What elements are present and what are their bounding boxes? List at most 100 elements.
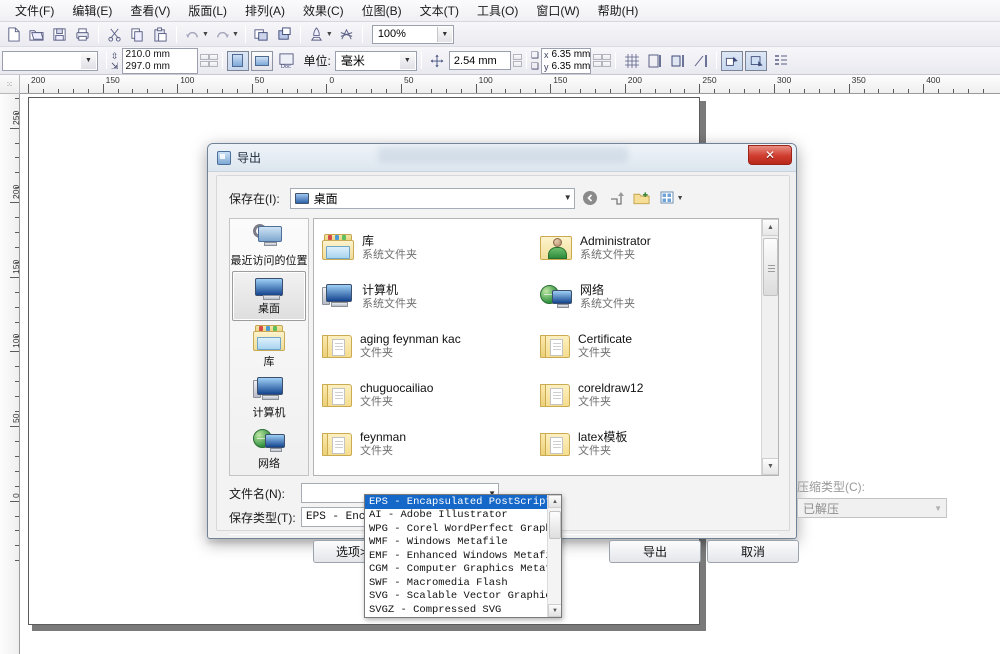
file-type-option[interactable]: SVG - Scalable Vector Graphics <box>365 590 547 604</box>
dupx-spin-down[interactable] <box>602 54 611 60</box>
page-size-spinners[interactable] <box>200 54 218 68</box>
object-properties-icon[interactable] <box>770 50 791 71</box>
list-item[interactable]: coreldraw12 文件夹 <box>538 370 756 419</box>
launcher-dropdown-caret[interactable]: ▼ <box>326 31 333 38</box>
dynamic-guides-icon[interactable] <box>690 50 711 71</box>
vertical-ruler[interactable]: 300250200150100500 <box>0 94 20 654</box>
open-folder-icon[interactable] <box>26 24 47 45</box>
file-list[interactable]: 库 系统文件夹 Administrator 系统文件夹 <box>313 218 779 476</box>
dupy-spin-up[interactable] <box>593 61 602 67</box>
file-type-option[interactable]: CGM - Computer Graphics Metafile <box>365 563 547 577</box>
up-one-level-icon[interactable] <box>605 188 627 209</box>
new-folder-icon[interactable] <box>631 188 653 209</box>
views-dropdown-caret[interactable]: ▼ <box>677 195 684 202</box>
nudge-offset-value[interactable]: 2.54 mm <box>449 51 511 70</box>
list-item[interactable]: latex模板 文件夹 <box>538 419 756 468</box>
page-size-fields[interactable]: 210.0 mm 297.0 mm <box>122 48 198 74</box>
width-spin-up[interactable] <box>200 54 209 60</box>
print-icon[interactable] <box>72 24 93 45</box>
treat-as-filled-button[interactable] <box>721 51 743 71</box>
width-spin-down[interactable] <box>209 54 218 60</box>
nudge-spin-up[interactable] <box>513 54 522 60</box>
file-type-option[interactable]: SWF - Macromedia Flash <box>365 576 547 590</box>
file-type-dropdown[interactable]: EPS - Encapsulated PostScriptAI - Adobe … <box>364 494 562 618</box>
nudge-spin-down[interactable] <box>513 61 522 67</box>
scroll-up-icon[interactable]: ▲ <box>762 219 779 236</box>
ruler-origin-corner[interactable]: ⁙ <box>0 75 20 94</box>
cancel-button[interactable]: 取消 <box>707 540 799 563</box>
application-launcher-icon[interactable] <box>306 24 327 45</box>
file-type-option[interactable]: WPG - Corel WordPerfect Graphic <box>365 522 547 536</box>
file-type-option[interactable]: EMF - Enhanced Windows Metafile <box>365 549 547 563</box>
file-type-option[interactable]: SVGZ - Compressed SVG <box>365 603 547 617</box>
menu-item-view[interactable]: 查看(V) <box>121 0 179 21</box>
snap-to-grid-icon[interactable] <box>621 50 642 71</box>
zoom-level-combo[interactable]: 100% ▼ <box>372 25 454 44</box>
chevron-down-icon[interactable]: ▼ <box>81 53 96 69</box>
place-libraries[interactable]: 库 <box>232 322 306 372</box>
export-button[interactable]: 导出 <box>609 540 701 563</box>
new-document-icon[interactable] <box>3 24 24 45</box>
redo-icon[interactable] <box>212 24 233 45</box>
place-recent-locations[interactable]: 最近访问的位置 <box>232 220 306 270</box>
close-icon[interactable]: ✕ <box>748 145 792 165</box>
views-icon[interactable] <box>657 188 679 209</box>
horizontal-ruler[interactable]: 20015010050050100150200250300350400 <box>20 75 1000 94</box>
menu-item-tools[interactable]: 工具(O) <box>468 0 527 21</box>
snap-to-guidelines-icon[interactable] <box>644 50 665 71</box>
dropdown-scrollbar[interactable]: ▲ ▼ <box>547 495 561 617</box>
height-spin-down[interactable] <box>209 61 218 67</box>
menu-item-arrange[interactable]: 排列(A) <box>236 0 294 21</box>
menu-item-effects[interactable]: 效果(C) <box>294 0 353 21</box>
paste-icon[interactable] <box>150 24 171 45</box>
redo-dropdown-caret[interactable]: ▼ <box>232 31 239 38</box>
file-type-option[interactable]: EPS - Encapsulated PostScript <box>365 495 547 509</box>
list-item[interactable]: 计算机 系统文件夹 <box>320 272 538 321</box>
snap-to-objects-icon[interactable] <box>667 50 688 71</box>
chevron-down-icon[interactable]: ▼ <box>400 53 415 69</box>
place-desktop[interactable]: 桌面 <box>232 271 306 321</box>
place-network[interactable]: 网络 <box>232 424 306 474</box>
duplicate-distance-fields[interactable]: x6.35 mm y6.35 mm <box>541 48 591 74</box>
save-in-combo[interactable]: 桌面 ▼ <box>290 188 575 209</box>
dupy-spin-down[interactable] <box>602 61 611 67</box>
menu-item-window[interactable]: 窗口(W) <box>527 0 588 21</box>
list-item[interactable]: feynman 文件夹 <box>320 419 538 468</box>
corel-online-icon[interactable] <box>336 24 357 45</box>
scroll-up-icon[interactable]: ▲ <box>548 495 562 508</box>
dialog-title-bar[interactable]: 导出 ✕ <box>208 144 796 172</box>
chevron-down-icon[interactable]: ▼ <box>564 193 572 202</box>
unit-combo[interactable]: 毫米 ▼ <box>335 51 417 71</box>
menu-item-text[interactable]: 文本(T) <box>411 0 468 21</box>
edit-across-layers-button[interactable] <box>745 51 767 71</box>
scroll-down-icon[interactable]: ▼ <box>548 604 562 617</box>
scroll-down-icon[interactable]: ▼ <box>762 458 779 475</box>
duplicate-y-value[interactable]: 6.35 mm <box>551 61 590 72</box>
drawing-scale-icon[interactable]: Doc <box>276 50 297 71</box>
file-type-option[interactable]: WMF - Windows Metafile <box>365 536 547 550</box>
place-computer[interactable]: 计算机 <box>232 373 306 423</box>
list-item[interactable]: Administrator 系统文件夹 <box>538 223 756 272</box>
dupx-spin-up[interactable] <box>593 54 602 60</box>
file-type-option[interactable]: AI - Adobe Illustrator <box>365 509 547 523</box>
menu-item-bitmaps[interactable]: 位图(B) <box>353 0 411 21</box>
undo-dropdown-caret[interactable]: ▼ <box>202 31 209 38</box>
duplicate-spinners[interactable] <box>593 54 611 68</box>
export-icon[interactable] <box>274 24 295 45</box>
chevron-down-icon[interactable]: ▼ <box>437 27 452 42</box>
undo-icon[interactable] <box>182 24 203 45</box>
landscape-orientation-button[interactable] <box>251 51 273 71</box>
import-icon[interactable] <box>251 24 272 45</box>
list-item[interactable]: Certificate 文件夹 <box>538 321 756 370</box>
menu-item-file[interactable]: 文件(F) <box>6 0 63 21</box>
height-spin-up[interactable] <box>200 61 209 67</box>
menu-item-edit[interactable]: 编辑(E) <box>63 0 121 21</box>
file-list-scrollbar[interactable]: ▲ ▼ <box>761 219 778 475</box>
list-item[interactable]: chuguocailiao 文件夹 <box>320 370 538 419</box>
save-icon[interactable] <box>49 24 70 45</box>
duplicate-x-value[interactable]: 6.35 mm <box>551 49 590 60</box>
copy-icon[interactable] <box>127 24 148 45</box>
page-width-value[interactable]: 210.0 mm <box>123 49 197 61</box>
scrollbar-thumb[interactable] <box>549 511 561 539</box>
list-item[interactable]: 网络 系统文件夹 <box>538 272 756 321</box>
